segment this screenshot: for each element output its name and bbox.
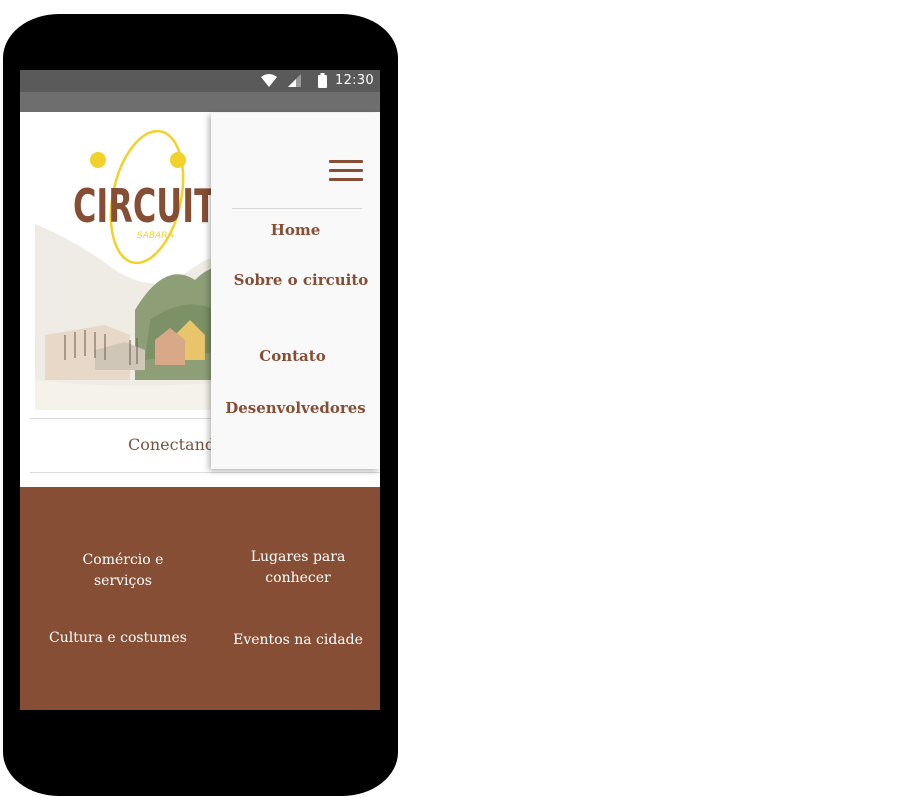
category-eventos-na-cidade[interactable]: Eventos na cidade — [228, 630, 368, 651]
menu-item-sobre-o-circuito[interactable]: Sobre o circuito — [227, 268, 375, 292]
menu-item-contato[interactable]: Contato — [208, 344, 377, 368]
status-bar: 12:30 — [20, 70, 380, 92]
menu-item-desenvolvedores[interactable]: Desenvolvedores — [211, 396, 380, 420]
svg-text:SABARÁ: SABARÁ — [137, 229, 174, 241]
category-cultura-costumes[interactable]: Cultura e costumes — [48, 628, 188, 649]
battery-icon — [318, 73, 327, 88]
clock: 12:30 — [335, 73, 374, 88]
drawer-divider — [232, 208, 362, 209]
app-bar — [20, 92, 380, 112]
signal-icon — [288, 74, 301, 87]
divider-bottom — [30, 472, 380, 473]
phone-screen: 12:30 CIRCUITO SABARÁ Conectando Comérci… — [20, 70, 380, 710]
wifi-icon — [261, 74, 277, 87]
category-comercio-servicos[interactable]: Comércio e serviços — [53, 550, 193, 592]
nav-drawer: Home Sobre o circuito Contato Desenvolve… — [211, 113, 380, 469]
category-lugares-para-conhecer[interactable]: Lugares para conhecer — [228, 547, 368, 589]
category-grid: Comércio e serviços Lugares para conhece… — [20, 487, 380, 710]
menu-item-home[interactable]: Home — [211, 218, 380, 242]
menu-icon[interactable] — [329, 160, 363, 184]
